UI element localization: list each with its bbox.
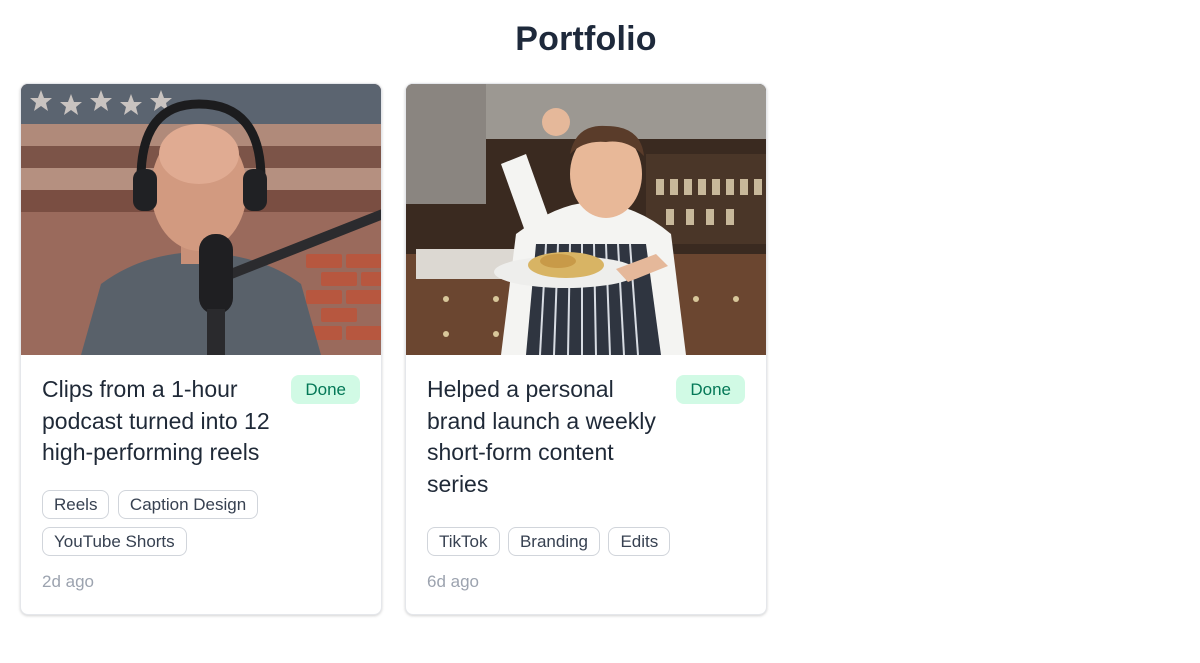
tag-chip[interactable]: TikTok: [427, 527, 500, 556]
status-badge: Done: [676, 375, 745, 404]
portfolio-card[interactable]: Clips from a 1-hour podcast turned into …: [20, 83, 382, 615]
card-thumbnail: [21, 84, 381, 355]
tag-list: Reels Caption Design YouTube Shorts: [42, 490, 362, 564]
card-title: Clips from a 1-hour podcast turned into …: [42, 376, 270, 465]
timestamp: 6d ago: [427, 572, 479, 591]
tag-chip[interactable]: Edits: [608, 527, 671, 556]
card-title: Helped a personal brand launch a weekly …: [427, 376, 656, 497]
status-badge: Done: [291, 375, 360, 404]
tag-chip[interactable]: YouTube Shorts: [42, 527, 187, 556]
tag-list: TikTok Branding Edits: [427, 527, 747, 564]
portfolio-card[interactable]: Helped a personal brand launch a weekly …: [405, 83, 767, 615]
page-title: Portfolio: [515, 20, 657, 58]
timestamp: 2d ago: [42, 572, 94, 591]
card-thumbnail: [406, 84, 766, 355]
tag-chip[interactable]: Caption Design: [117, 490, 259, 519]
tag-chip[interactable]: Branding: [507, 527, 601, 556]
tag-chip[interactable]: Reels: [42, 490, 110, 519]
